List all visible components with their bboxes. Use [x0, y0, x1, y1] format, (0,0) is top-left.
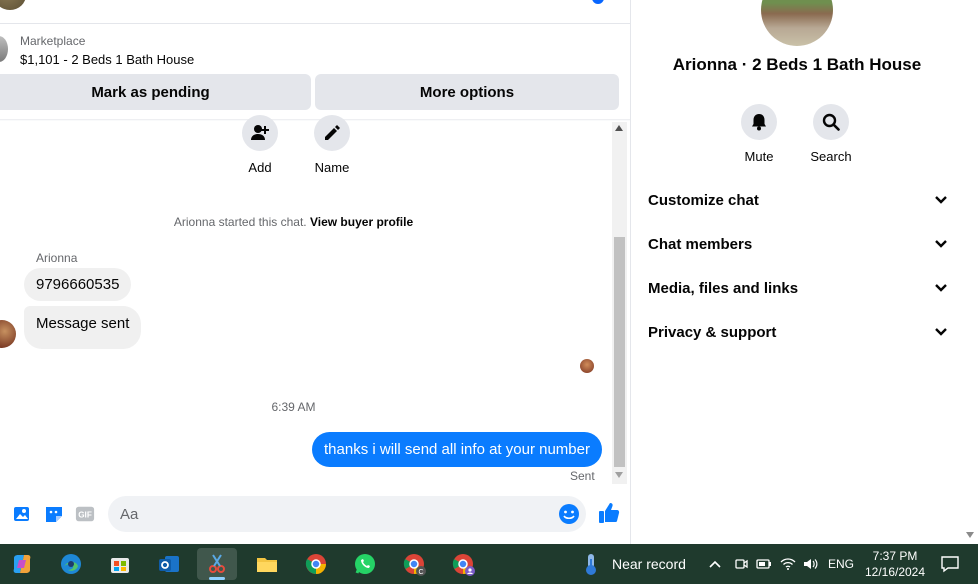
marketplace-listing[interactable]: Marketplace $1,101 - 2 Beds 1 Bath House [0, 30, 630, 70]
listing-title: $1,101 - 2 Beds 1 Bath House [20, 52, 195, 67]
system-tray: ENG [708, 544, 854, 584]
file-explorer-icon[interactable] [247, 548, 287, 580]
section-label: Customize chat [648, 191, 759, 209]
clock-date: 12/16/2024 [864, 565, 926, 579]
message-composer: GIF [0, 496, 630, 532]
incoming-message[interactable]: 9796660535 [24, 268, 132, 301]
section-label: Chat members [648, 235, 753, 253]
quick-actions: Add Name [235, 115, 365, 175]
pencil-icon[interactable] [314, 115, 350, 151]
notifications-icon[interactable] [930, 548, 970, 580]
section-label: Privacy & support [648, 323, 777, 341]
name-chat-action[interactable]: Name [307, 115, 357, 175]
sender-name: Arionna [36, 251, 78, 265]
mute-label: Mute [744, 149, 774, 164]
message-timestamp: 6:39 AM [271, 400, 316, 414]
weather-widget[interactable]: Near record [580, 544, 686, 584]
chrome-profile-c-icon[interactable]: C [394, 548, 434, 580]
listing-photo[interactable] [761, 0, 833, 46]
mark-pending-button[interactable]: Mark as pending [0, 74, 311, 110]
add-people-action[interactable]: Add [235, 115, 285, 175]
scroll-down-arrow-icon[interactable] [966, 532, 974, 538]
messenger-window: Marketplace $1,101 - 2 Beds 1 Bath House… [0, 0, 978, 544]
active-app-indicator [209, 577, 225, 580]
bell-icon[interactable] [741, 104, 777, 140]
listing-thumbnail [0, 36, 8, 62]
windows-taskbar: C Near record ENG 7:37 PM 12/16/2024 [0, 544, 978, 584]
chevron-down-icon [935, 284, 947, 292]
search-label: Search [810, 149, 852, 164]
svg-text:C: C [418, 569, 423, 576]
svg-text:GIF: GIF [78, 511, 92, 520]
listing-source: Marketplace [20, 34, 86, 48]
listing-actions: Mark as pending More options [0, 74, 630, 110]
view-buyer-profile-link[interactable]: View buyer profile [310, 215, 413, 229]
section-media-files-links[interactable]: Media, files and links [648, 274, 948, 302]
section-chat-members[interactable]: Chat members [648, 230, 948, 258]
chat-info-pane: Arionna · 2 Beds 1 Bath House Mute Searc… [632, 0, 962, 544]
attach-photo-icon[interactable] [12, 504, 32, 524]
chat-scrollbar[interactable] [612, 122, 627, 484]
more-options-button[interactable]: More options [315, 74, 619, 110]
weather-text: Near record [612, 556, 686, 572]
edge-icon[interactable] [51, 548, 91, 580]
gif-icon[interactable]: GIF [75, 504, 95, 524]
wifi-icon[interactable] [780, 557, 796, 571]
section-label: Media, files and links [648, 279, 799, 297]
outlook-icon[interactable] [149, 548, 189, 580]
scroll-thumb[interactable] [614, 237, 625, 467]
section-privacy-support[interactable]: Privacy & support [648, 318, 948, 346]
started-text: Arionna started this chat. [173, 215, 307, 229]
language-indicator[interactable]: ENG [828, 557, 854, 571]
outgoing-message[interactable]: thanks i will send all info at your numb… [312, 432, 602, 467]
chat-title: Arionna · 2 Beds 1 Bath House [672, 55, 922, 74]
chat-header-top [0, 0, 630, 24]
search-icon[interactable] [813, 104, 849, 140]
chat-start-notice: Arionna started this chat. View buyer pr… [0, 215, 587, 229]
whatsapp-icon[interactable] [345, 548, 385, 580]
scroll-up-arrow-icon[interactable] [615, 125, 623, 131]
message-input[interactable] [108, 496, 586, 532]
chevron-down-icon [935, 240, 947, 248]
section-customize-chat[interactable]: Customize chat [648, 186, 948, 214]
contact-avatar[interactable] [0, 0, 26, 10]
chevron-down-icon [935, 196, 947, 204]
volume-icon[interactable] [802, 557, 818, 571]
sent-status: Sent [570, 469, 595, 483]
scroll-down-arrow-icon[interactable] [615, 472, 623, 478]
mute-action[interactable]: Mute [729, 104, 789, 164]
page-scrollbar[interactable] [962, 0, 978, 544]
taskbar-clock[interactable]: 7:37 PM 12/16/2024 [860, 548, 930, 580]
battery-icon[interactable] [756, 557, 772, 571]
name-label: Name [314, 160, 350, 175]
search-action[interactable]: Search [801, 104, 861, 164]
add-label: Add [248, 160, 272, 175]
sticker-icon[interactable] [44, 504, 64, 524]
header-action-icon[interactable] [592, 0, 604, 4]
snipping-tool-icon[interactable] [197, 548, 237, 580]
emoji-icon[interactable] [558, 503, 580, 525]
seen-receipt-avatar [580, 359, 594, 373]
chevron-up-icon[interactable] [708, 557, 722, 571]
chrome-profile-icon[interactable] [443, 548, 483, 580]
clock-time: 7:37 PM [872, 549, 918, 563]
chat-info-actions: Mute Search [632, 104, 962, 164]
incoming-message[interactable]: Message sent [24, 306, 142, 349]
add-person-icon[interactable] [242, 115, 278, 151]
chevron-down-icon [935, 328, 947, 336]
thermometer-icon [586, 554, 596, 575]
store-icon[interactable] [100, 548, 140, 580]
meet-now-icon[interactable] [734, 557, 748, 571]
chat-pane: Marketplace $1,101 - 2 Beds 1 Bath House… [0, 0, 631, 544]
thumbs-up-icon[interactable] [597, 501, 621, 525]
copilot-icon[interactable] [2, 548, 42, 580]
chrome-icon[interactable] [296, 548, 336, 580]
sender-avatar[interactable] [0, 320, 16, 348]
